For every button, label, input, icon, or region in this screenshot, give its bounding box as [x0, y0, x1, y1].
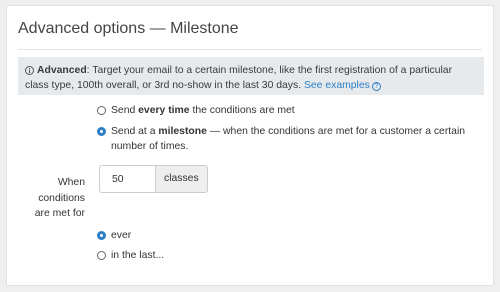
info-alert: i Advanced: Target your email to a certai…	[18, 57, 484, 95]
radio-option-in-the-last[interactable]: in the last...	[97, 248, 164, 263]
radio-every-time[interactable]	[97, 106, 106, 115]
milestone-count-input[interactable]	[99, 165, 155, 193]
milestone-unit-addon: classes	[155, 165, 208, 193]
radio-option-every-time[interactable]: Send every time the conditions are met	[97, 103, 491, 118]
radio-in-the-last[interactable]	[97, 251, 106, 260]
radio-option-milestone[interactable]: Send at a milestone — when the condition…	[97, 124, 491, 154]
alert-lead: Advanced	[37, 65, 87, 76]
radio-option-ever[interactable]: ever	[97, 228, 131, 243]
radio-milestone-label[interactable]: Send at a milestone — when the condition…	[111, 124, 491, 154]
conditions-count-label: When conditions are met for	[34, 177, 85, 219]
info-icon: i	[25, 66, 34, 75]
radio-ever[interactable]	[97, 231, 106, 240]
radio-milestone[interactable]	[97, 127, 106, 136]
see-examples-link[interactable]: See examples?	[304, 80, 381, 91]
see-examples-label[interactable]: See examples	[304, 80, 370, 91]
milestone-count-group: classes	[99, 165, 208, 193]
radio-in-the-last-label[interactable]: in the last...	[111, 248, 164, 263]
alert-body: : Target your email to a certain milesto…	[25, 65, 453, 91]
title-divider	[18, 49, 482, 50]
panel-title: Advanced options — Milestone	[18, 20, 239, 37]
question-circle-icon[interactable]: ?	[371, 82, 381, 91]
radio-ever-label[interactable]: ever	[111, 228, 131, 243]
advanced-options-panel: Advanced options — Milestone i Advanced: …	[6, 5, 494, 286]
radio-every-time-label[interactable]: Send every time the conditions are met	[111, 103, 491, 118]
